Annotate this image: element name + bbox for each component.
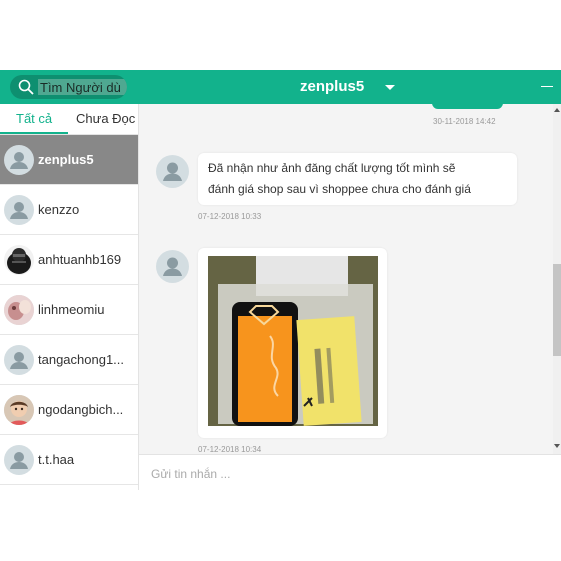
contact-item-tangachong[interactable]: tangachong1... bbox=[0, 335, 138, 385]
contact-name: t.t.haa bbox=[38, 452, 75, 467]
conversation-scrollbar[interactable] bbox=[553, 104, 561, 454]
chat-title[interactable]: zenplus5 bbox=[300, 78, 364, 95]
contact-name: kenzzo bbox=[38, 202, 80, 217]
message-text-line: đánh giá shop sau vì shoppee chưa cho đá… bbox=[208, 182, 471, 196]
received-message-bubble: Đã nhận như ảnh đăng chất lượng tốt mình… bbox=[198, 153, 517, 205]
search-box[interactable] bbox=[10, 75, 127, 99]
conversation-panel[interactable]: 30-11-2018 14:42 Đã nhận như ảnh đăng ch… bbox=[139, 104, 553, 454]
contact-sidebar: Tất cả Chưa Đọc zenplus5 kenzzo anhtuanh… bbox=[0, 104, 139, 490]
user-icon bbox=[163, 257, 182, 276]
avatar bbox=[4, 395, 34, 425]
scroll-thumb[interactable] bbox=[553, 264, 561, 356]
user-icon bbox=[10, 452, 28, 469]
profile-photo bbox=[4, 395, 34, 425]
message-timestamp: 07-12-2018 10:33 bbox=[198, 212, 262, 221]
user-icon bbox=[10, 352, 28, 369]
contact-name: tangachong1... bbox=[38, 352, 125, 367]
sender-avatar bbox=[156, 250, 189, 283]
contact-item-ngodangbich[interactable]: ngodangbich... bbox=[0, 385, 138, 435]
sent-message-bubble bbox=[432, 104, 503, 109]
contact-item-tthaa[interactable]: t.t.haa bbox=[0, 435, 138, 485]
tab-unread[interactable]: Chưa Đọc bbox=[76, 111, 135, 126]
search-icon bbox=[18, 79, 34, 95]
filter-tabs: Tất cả Chưa Đọc bbox=[0, 104, 138, 135]
contact-item-zenplus5[interactable]: zenplus5 bbox=[0, 135, 138, 185]
scroll-up-arrow-icon[interactable] bbox=[554, 108, 560, 112]
avatar bbox=[4, 445, 34, 475]
chat-window: zenplus5 Tất cả Chưa Đọc zenplus5 kenzzo bbox=[0, 70, 561, 491]
message-input[interactable] bbox=[149, 465, 533, 483]
contact-name: anhtuanhb169 bbox=[38, 252, 122, 267]
user-icon bbox=[163, 162, 182, 181]
avatar bbox=[4, 195, 34, 225]
contact-name: zenplus5 bbox=[38, 152, 94, 167]
contact-name: ngodangbich... bbox=[38, 402, 124, 417]
contact-item-linhmeomiu[interactable]: linhmeomiu bbox=[0, 285, 138, 335]
contact-item-kenzzo[interactable]: kenzzo bbox=[0, 185, 138, 235]
user-icon bbox=[10, 202, 28, 219]
contact-name: linhmeomiu bbox=[38, 302, 105, 317]
sender-avatar bbox=[156, 155, 189, 188]
chevron-down-icon[interactable] bbox=[385, 85, 395, 90]
message-composer bbox=[139, 454, 561, 491]
user-icon bbox=[10, 152, 28, 169]
avatar bbox=[4, 295, 34, 325]
avatar bbox=[4, 345, 34, 375]
top-bar: zenplus5 bbox=[0, 70, 561, 104]
minimize-icon[interactable] bbox=[541, 86, 553, 87]
contact-item-anhtuanhb169[interactable]: anhtuanhb169 bbox=[0, 235, 138, 285]
search-input[interactable] bbox=[38, 79, 127, 95]
product-photo[interactable] bbox=[208, 256, 378, 426]
avatar bbox=[4, 145, 34, 175]
avatar bbox=[4, 245, 34, 275]
profile-photo bbox=[4, 245, 34, 275]
profile-photo bbox=[4, 295, 34, 325]
scroll-down-arrow-icon[interactable] bbox=[554, 444, 560, 448]
message-timestamp: 30-11-2018 14:42 bbox=[433, 117, 496, 126]
tab-all[interactable]: Tất cả bbox=[16, 111, 52, 126]
message-text-line: Đã nhận như ảnh đăng chất lượng tốt mình… bbox=[208, 161, 456, 175]
active-tab-indicator bbox=[0, 132, 68, 134]
image-message-bubble[interactable] bbox=[198, 248, 387, 438]
message-timestamp: 07-12-2018 10:34 bbox=[198, 445, 262, 454]
